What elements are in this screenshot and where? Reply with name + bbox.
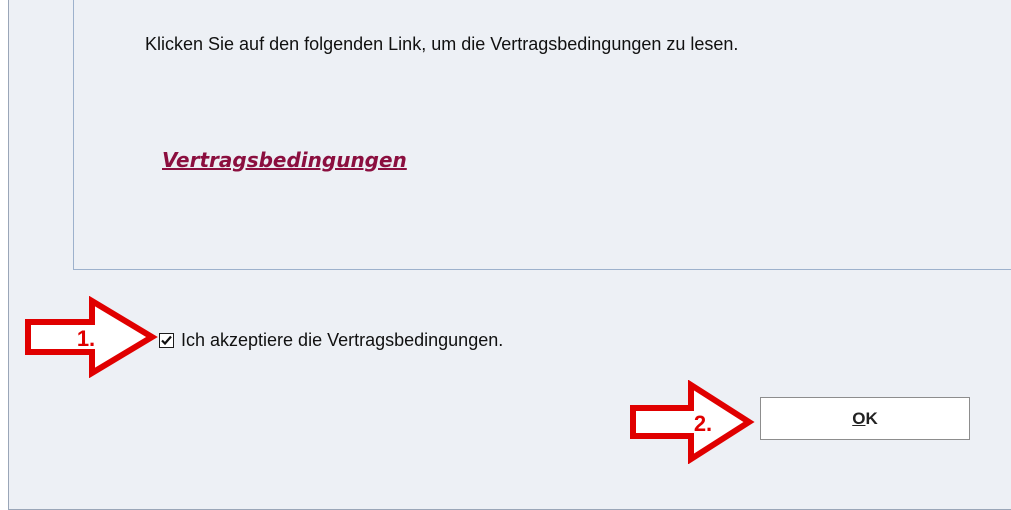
accept-terms-label: Ich akzeptiere die Vertragsbedingungen. bbox=[181, 329, 504, 350]
accept-terms-checkbox[interactable] bbox=[159, 332, 174, 348]
terms-link[interactable]: Vertragsbedingungen bbox=[162, 148, 407, 172]
terms-panel: Klicken Sie auf den folgenden Link, um d… bbox=[73, 0, 1011, 270]
step-2-label: 2. bbox=[694, 411, 712, 436]
ok-button[interactable]: OK bbox=[760, 397, 970, 440]
ok-button-label-rest: K bbox=[865, 408, 878, 428]
instruction-text: Klicken Sie auf den folgenden Link, um d… bbox=[145, 34, 739, 54]
checkmark-icon bbox=[161, 335, 172, 345]
step-1-label: 1. bbox=[77, 326, 95, 351]
ok-button-mnemonic: O bbox=[852, 408, 866, 428]
accept-terms-row[interactable]: Ich akzeptiere die Vertragsbedingungen. bbox=[159, 328, 503, 352]
step-1-arrow-annotation: 1. bbox=[25, 296, 158, 378]
step-2-arrow-annotation: 2. bbox=[630, 380, 755, 464]
